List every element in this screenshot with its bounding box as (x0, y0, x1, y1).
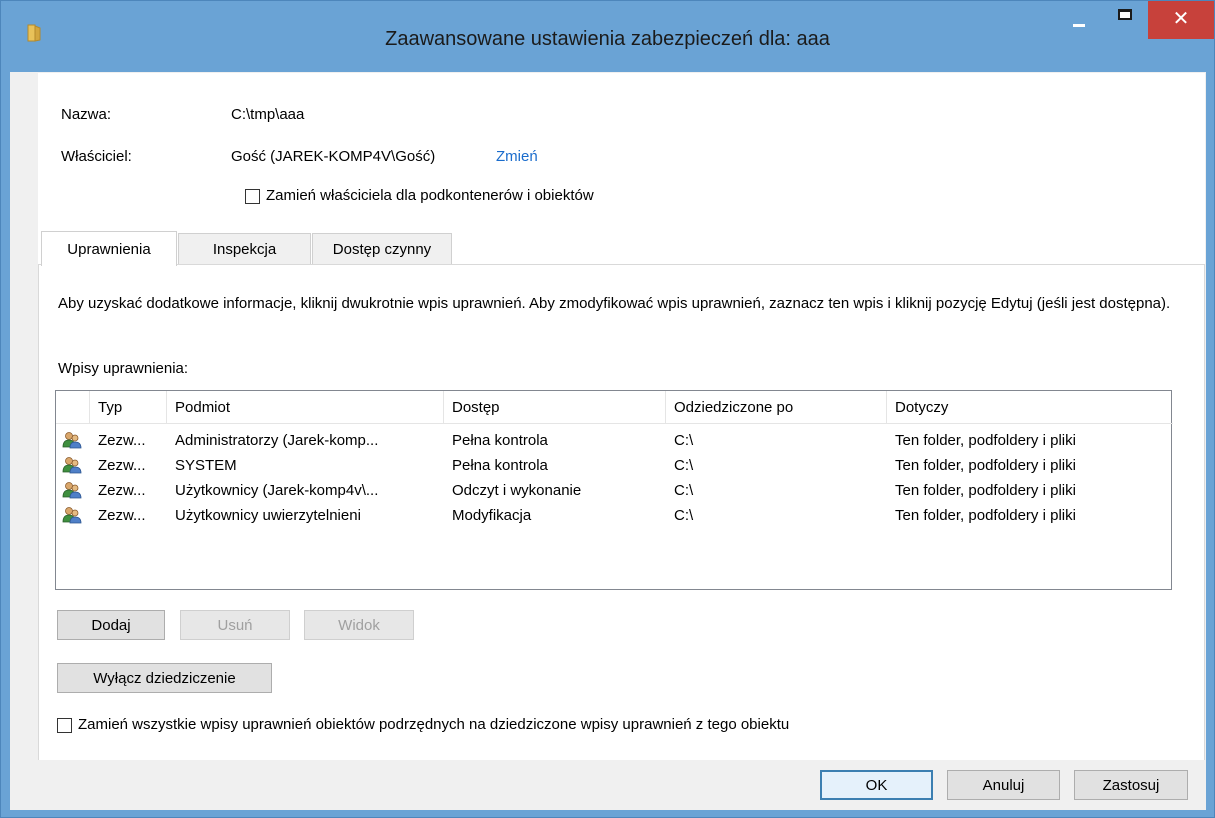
minimize-button[interactable] (1056, 1, 1102, 37)
list-header: Typ Podmiot Dostęp Odziedziczone po Doty… (56, 391, 1173, 424)
table-row[interactable]: Zezw... Administratorzy (Jarek-komp... P… (56, 428, 1173, 453)
table-row[interactable]: Zezw... Użytkownicy (Jarek-komp4v\... Od… (56, 478, 1173, 503)
permissions-description: Aby uzyskać dodatkowe informacje, klikni… (58, 295, 1171, 312)
title-bar[interactable]: Zaawansowane ustawienia zabezpieczeń dla… (1, 1, 1214, 71)
table-row[interactable]: Zezw... Użytkownicy uwierzytelnieni Mody… (56, 503, 1173, 528)
column-header-icon[interactable] (56, 391, 90, 424)
replace-owner-checkbox[interactable] (245, 189, 260, 204)
row-principal: Użytkownicy uwierzytelnieni (175, 507, 361, 524)
add-button[interactable]: Dodaj (57, 610, 165, 640)
row-inherited: C:\ (674, 482, 694, 499)
cancel-button[interactable]: Anuluj (947, 770, 1060, 800)
row-principal: Administratorzy (Jarek-komp... (175, 432, 379, 449)
row-access: Pełna kontrola (452, 432, 548, 449)
users-icon (62, 482, 82, 499)
row-applies: Ten folder, podfoldery i pliki (895, 507, 1076, 524)
close-icon: ✕ (1172, 7, 1190, 30)
row-applies: Ten folder, podfoldery i pliki (895, 482, 1076, 499)
column-header-applies[interactable]: Dotyczy (887, 391, 1173, 424)
row-type: Zezw... (98, 457, 146, 474)
row-principal: SYSTEM (175, 457, 237, 474)
table-row[interactable]: Zezw... SYSTEM Pełna kontrola C:\ Ten fo… (56, 453, 1173, 478)
change-owner-link[interactable]: Zmień (496, 148, 538, 165)
entries-label: Wpisy uprawnienia: (58, 360, 189, 377)
disable-inheritance-button[interactable]: Wyłącz dziedziczenie (57, 663, 272, 693)
close-button[interactable]: ✕ (1148, 1, 1214, 39)
row-inherited: C:\ (674, 507, 694, 524)
maximize-icon (1118, 8, 1132, 20)
row-access: Odczyt i wykonanie (452, 482, 582, 499)
tabs-divider (38, 264, 1205, 265)
remove-button[interactable]: Usuń (180, 610, 290, 640)
name-value: C:\tmp\aaa (231, 106, 305, 123)
row-inherited: C:\ (674, 457, 694, 474)
row-access: Modyfikacja (452, 507, 532, 524)
window-title: Zaawansowane ustawienia zabezpieczeń dla… (385, 28, 830, 50)
row-inherited: C:\ (674, 432, 694, 449)
row-principal: Użytkownicy (Jarek-komp4v\... (175, 482, 379, 499)
users-icon (62, 457, 82, 474)
tab-effective-access[interactable]: Dostęp czynny (312, 233, 452, 264)
replace-all-child-permissions-checkbox[interactable] (57, 718, 72, 733)
owner-label: Właściciel: (61, 148, 132, 165)
column-header-principal[interactable]: Podmiot (167, 391, 444, 424)
column-header-type[interactable]: Typ (90, 391, 167, 424)
name-label: Nazwa: (61, 106, 112, 123)
maximize-button[interactable] (1102, 1, 1148, 37)
row-applies: Ten folder, podfoldery i pliki (895, 457, 1076, 474)
row-type: Zezw... (98, 432, 146, 449)
column-header-inherited[interactable]: Odziedziczone po (666, 391, 887, 424)
row-type: Zezw... (98, 507, 146, 524)
view-button[interactable]: Widok (304, 610, 414, 640)
ok-button[interactable]: OK (820, 770, 933, 800)
row-applies: Ten folder, podfoldery i pliki (895, 432, 1076, 449)
column-header-access[interactable]: Dostęp (444, 391, 666, 424)
replace-all-child-permissions-label[interactable]: Zamień wszystkie wpisy uprawnień obiektó… (78, 716, 789, 733)
row-access: Pełna kontrola (452, 457, 548, 474)
users-icon (62, 432, 82, 449)
tab-auditing[interactable]: Inspekcja (178, 233, 311, 264)
users-icon (62, 507, 82, 524)
minimize-icon (1073, 23, 1085, 27)
permission-entries-list[interactable]: Typ Podmiot Dostęp Odziedziczone po Doty… (55, 390, 1173, 590)
apply-button[interactable]: Zastosuj (1074, 770, 1188, 800)
tab-permissions[interactable]: Uprawnienia (41, 231, 177, 266)
replace-owner-label[interactable]: Zamień właściciela dla podkontenerów i o… (266, 187, 594, 204)
owner-value: Gość (JAREK-KOMP4V\Gość) (231, 148, 436, 165)
row-type: Zezw... (98, 482, 146, 499)
